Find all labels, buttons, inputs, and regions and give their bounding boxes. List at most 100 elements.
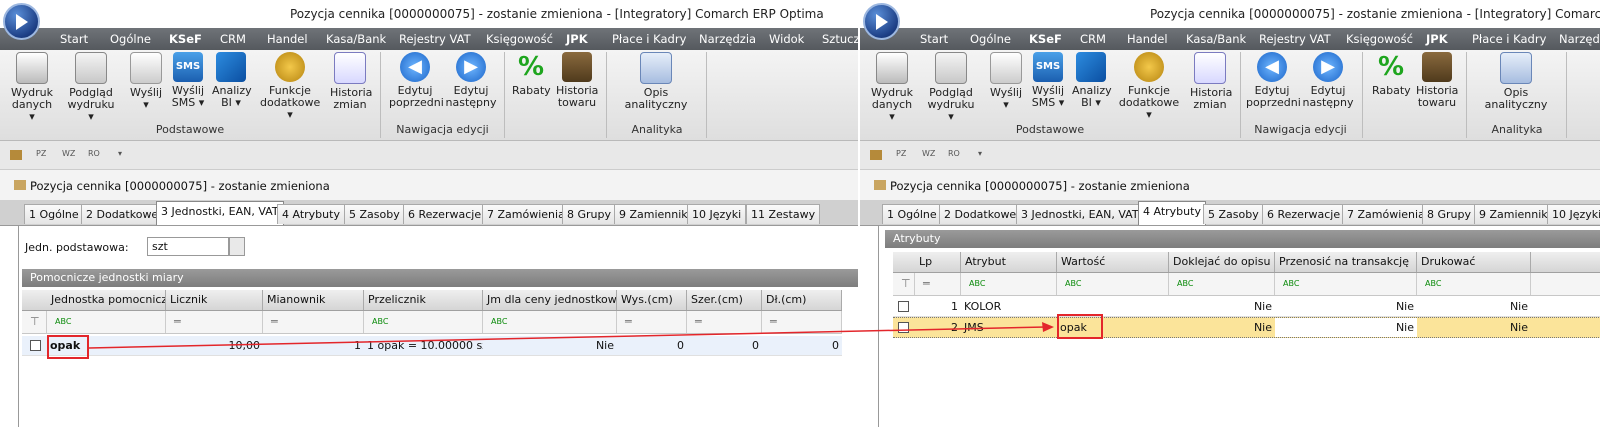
menu-kasa-bank[interactable]: Kasa/Bank — [1186, 32, 1246, 46]
tab-zestawy[interactable]: 11 Zestawy — [746, 204, 821, 224]
tab-rezerwacje[interactable]: 6 Rezerwacje — [1262, 204, 1346, 224]
filter-lp[interactable]: ═ — [915, 273, 961, 295]
cell-drukowac[interactable]: Nie — [1417, 297, 1531, 316]
tab-grupy[interactable]: 8 Grupy — [562, 204, 617, 224]
col-atrybut[interactable]: Atrybut — [961, 252, 1057, 272]
tab-atrybuty[interactable]: 4 Atrybuty — [277, 204, 345, 224]
menu-handel[interactable]: Handel — [1127, 32, 1168, 46]
menu-ksiegowosc[interactable]: Księgowość — [486, 32, 553, 46]
base-unit-dropdown[interactable] — [229, 237, 245, 256]
analytic-desc-button[interactable]: Opis analityczny — [612, 52, 700, 111]
cell-doklejac[interactable]: Nie — [1169, 297, 1275, 316]
tab-grupy[interactable]: 8 Grupy — [1422, 204, 1477, 224]
menu-narzedzia[interactable]: Narzędzia — [1559, 32, 1600, 46]
preview-button[interactable]: Podgląd wydruku ▾ — [64, 52, 118, 123]
menu-widok[interactable]: Widok — [769, 32, 804, 46]
analytic-desc-button[interactable]: Opis analityczny — [1472, 52, 1560, 111]
col-licznik[interactable]: Licznik — [166, 290, 263, 310]
menu-start[interactable]: Start — [920, 32, 948, 46]
prev-button[interactable]: ◀ Edytuj poprzedni — [389, 52, 444, 109]
tab-jednostki[interactable]: 3 Jednostki, EAN, VAT — [1016, 204, 1144, 224]
item-history-button[interactable]: Historia towaru — [556, 52, 598, 109]
menu-start[interactable]: Start — [60, 32, 88, 46]
print-data-button[interactable]: Wydruk danych ▾ — [10, 52, 54, 123]
menu-rejestry-vat[interactable]: Rejestry VAT — [1259, 32, 1331, 46]
cell-przenosic[interactable]: Nie — [1275, 318, 1417, 337]
filter-mianownik[interactable]: ═ — [263, 311, 364, 333]
filter-przelicznik[interactable]: ABC — [364, 311, 483, 333]
tab-zasoby[interactable]: 5 Zasoby — [344, 204, 405, 224]
tab-zasoby[interactable]: 5 Zasoby — [1203, 204, 1264, 224]
cell-dl[interactable]: 0 — [762, 336, 842, 355]
col-mianownik[interactable]: Mianownik — [263, 290, 364, 310]
filter-dl[interactable]: ═ — [762, 311, 842, 333]
menu-crm[interactable]: CRM — [220, 32, 246, 46]
qat-ro[interactable]: RO — [948, 149, 960, 158]
bi-button[interactable]: Analizy BI ▾ — [212, 52, 252, 109]
col-wartosc[interactable]: Wartość — [1057, 252, 1169, 272]
optima-logo[interactable] — [3, 3, 40, 40]
tab-dodatkowe[interactable]: 2 Dodatkowe — [81, 204, 164, 224]
menu-ai[interactable]: Sztuczna inteligencja — [822, 32, 858, 46]
history-button[interactable]: Historia zmian — [330, 52, 372, 111]
tab-zamowienia[interactable]: 7 Zamówienia — [482, 204, 570, 224]
qat-wz[interactable]: WZ — [922, 149, 935, 158]
menu-kasa-bank[interactable]: Kasa/Bank — [326, 32, 386, 46]
qat-wz[interactable]: WZ — [62, 149, 75, 158]
row-checkbox[interactable] — [30, 340, 41, 351]
qat-ro[interactable]: RO — [88, 149, 100, 158]
qat-app-icon[interactable] — [10, 150, 22, 160]
optima-logo[interactable] — [863, 3, 900, 40]
menu-ksef[interactable]: KSeF — [169, 32, 202, 46]
cell-szer[interactable]: 0 — [687, 336, 762, 355]
tab-rezerwacje[interactable]: 6 Rezerwacje — [403, 204, 487, 224]
menu-jpk[interactable]: JPK — [1426, 32, 1448, 46]
qat-pz[interactable]: PZ — [896, 149, 906, 158]
next-button[interactable]: ▶ Edytuj następny — [1302, 52, 1354, 109]
row-checkbox[interactable] — [898, 301, 909, 312]
col-jednostka[interactable]: Jednostka pomocnicza — [47, 290, 166, 310]
tab-zamienniki[interactable]: 9 Zamienniki — [614, 204, 696, 224]
cell-doklejac[interactable]: Nie — [1169, 318, 1275, 337]
qat-app-icon[interactable] — [870, 150, 882, 160]
filter-przenosic[interactable]: ABC — [1275, 273, 1417, 295]
cell-atrybut[interactable]: JMS — [961, 318, 1057, 337]
cell-jm-ceny[interactable]: Nie — [483, 336, 617, 355]
col-jm-ceny[interactable]: Jm dla ceny jednostkowej — [483, 290, 617, 310]
qat-dropdown-icon[interactable]: ▾ — [978, 149, 982, 158]
menu-handel[interactable]: Handel — [267, 32, 308, 46]
tab-zamowienia[interactable]: 7 Zamówienia — [1342, 204, 1430, 224]
functions-button[interactable]: Funkcje dodatkowe ▾ — [260, 52, 320, 121]
row-checkbox[interactable] — [898, 322, 909, 333]
send-sms-button[interactable]: SMS Wyślij SMS ▾ — [168, 52, 208, 109]
tab-jednostki[interactable]: 3 Jednostki, EAN, VAT — [156, 201, 284, 225]
cell-mianownik[interactable]: 1 — [263, 336, 364, 355]
cell-licznik[interactable]: 10,00 — [166, 336, 263, 355]
col-wys[interactable]: Wys.(cm) — [617, 290, 687, 310]
cell-przelicznik[interactable]: 1 opak = 10.00000 szt — [364, 336, 483, 355]
table-row[interactable]: opak 10,00 1 1 opak = 10.00000 szt Nie 0… — [22, 336, 842, 356]
col-doklejac[interactable]: Doklejać do opisu — [1169, 252, 1275, 272]
cell-wys[interactable]: 0 — [617, 336, 687, 355]
send-button[interactable]: Wyślij ▾ — [988, 52, 1024, 111]
preview-button[interactable]: Podgląd wydruku ▾ — [924, 52, 978, 123]
tab-ogolne[interactable]: 1 Ogólne — [24, 204, 84, 224]
history-button[interactable]: Historia zmian — [1190, 52, 1232, 111]
tab-dodatkowe[interactable]: 2 Dodatkowe — [939, 204, 1022, 224]
col-dl[interactable]: Dł.(cm) — [762, 290, 842, 310]
tab-atrybuty[interactable]: 4 Atrybuty — [1138, 201, 1206, 225]
filter-szer[interactable]: ═ — [687, 311, 762, 333]
filter-licznik[interactable]: ═ — [166, 311, 263, 333]
tab-ogolne[interactable]: 1 Ogólne — [882, 204, 942, 224]
menu-ogolne[interactable]: Ogólne — [110, 32, 151, 46]
filter-wartosc[interactable]: ABC — [1057, 273, 1169, 295]
bi-button[interactable]: Analizy BI ▾ — [1072, 52, 1112, 109]
menu-crm[interactable]: CRM — [1080, 32, 1106, 46]
cell-lp[interactable]: 1 — [915, 297, 961, 316]
cell-atrybut[interactable]: KOLOR — [961, 297, 1057, 316]
menu-place-kadry[interactable]: Płace i Kadry — [1472, 32, 1546, 46]
item-history-button[interactable]: Historia towaru — [1416, 52, 1458, 109]
col-drukowac[interactable]: Drukować — [1417, 252, 1531, 272]
send-sms-button[interactable]: SMS Wyślij SMS ▾ — [1028, 52, 1068, 109]
col-szer[interactable]: Szer.(cm) — [687, 290, 762, 310]
